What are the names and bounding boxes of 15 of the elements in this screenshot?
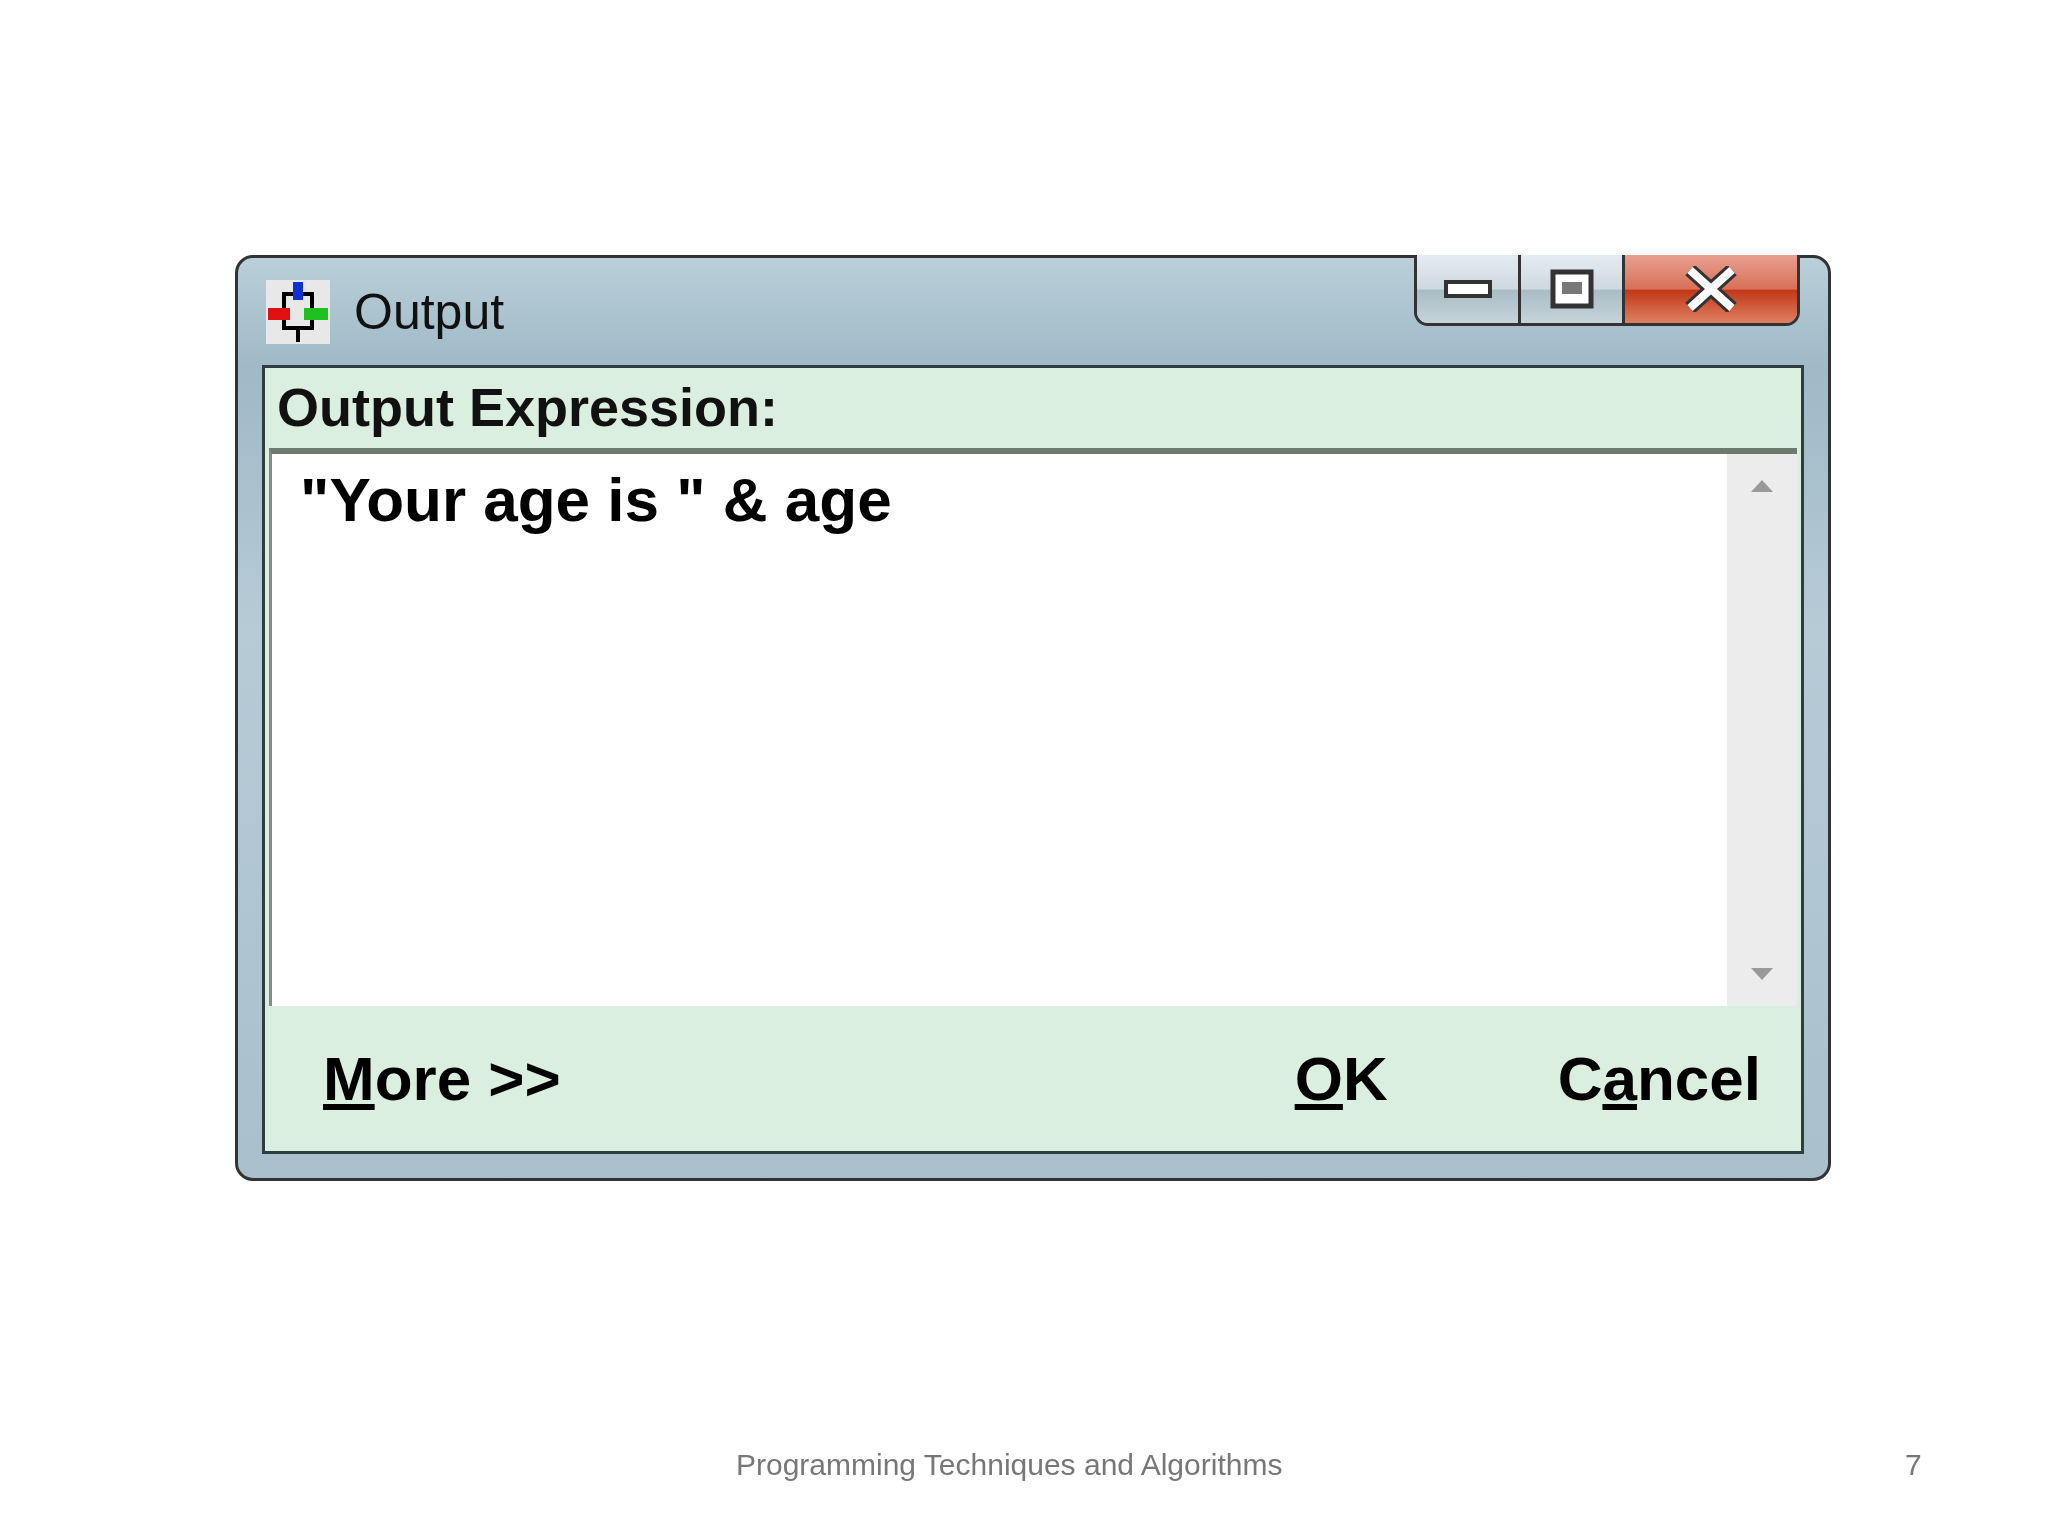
prompt-label: Output Expression: xyxy=(276,376,780,439)
page-number: 7 xyxy=(1905,1448,1922,1482)
expression-field[interactable]: "Your age is " & age xyxy=(269,448,1797,1006)
minimize-icon xyxy=(1443,278,1492,300)
app-icon xyxy=(266,279,330,344)
dialog-button[interactable]: OK xyxy=(1294,1043,1388,1114)
minimize-button[interactable] xyxy=(1417,255,1521,323)
maximize-icon xyxy=(1549,269,1594,309)
dialog-button[interactable]: More >> xyxy=(323,1043,561,1114)
dialog-button[interactable]: Cancel xyxy=(1557,1043,1761,1114)
close-button[interactable] xyxy=(1625,255,1797,323)
close-icon xyxy=(1684,266,1738,312)
maximize-button[interactable] xyxy=(1521,255,1625,323)
footer-title: Programming Techniques and Algorithms xyxy=(736,1448,1283,1482)
window-title: Output xyxy=(354,282,505,341)
